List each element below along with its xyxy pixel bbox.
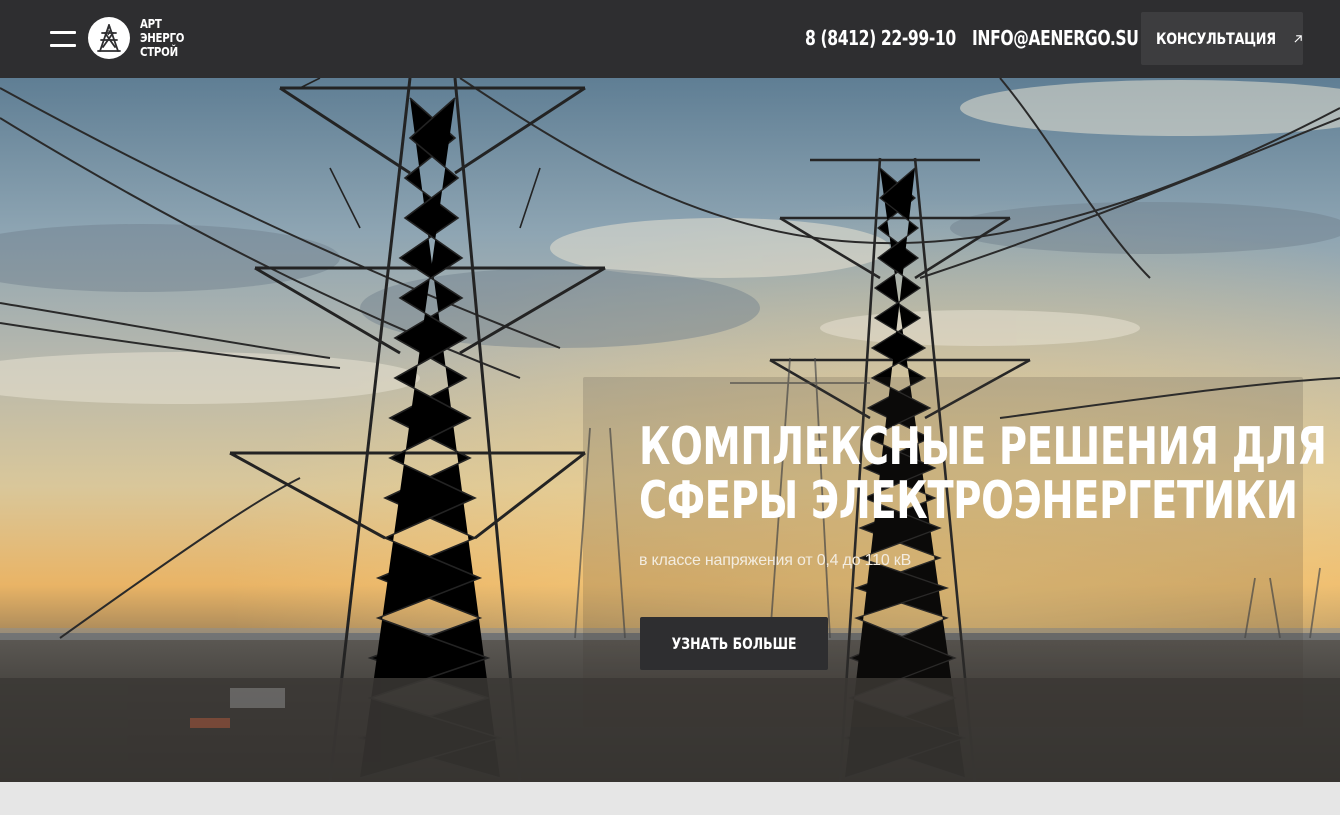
- power-tower-logo-icon: [88, 17, 130, 59]
- hero-title-line: СФЕРЫ ЭЛЕКТРОЭНЕРГЕТИКИ: [639, 471, 1298, 531]
- hero-title-line: КОМПЛЕКСНЫЕ РЕШЕНИЯ ДЛЯ: [639, 417, 1327, 477]
- consultation-button-label: КОНСУЛЬТАЦИЯ: [1155, 29, 1276, 48]
- hero-section: КОМПЛЕКСНЫЕ РЕШЕНИЯ ДЛЯ СФЕРЫ ЭЛЕКТРОЭНЕ…: [0, 78, 1340, 782]
- hero-subtitle: в классе напряжения от 0,4 до 110 кВ: [639, 552, 912, 569]
- learn-more-button[interactable]: УЗНАТЬ БОЛЬШЕ: [640, 617, 828, 670]
- next-section-edge: [0, 782, 1340, 815]
- learn-more-button-label: УЗНАТЬ БОЛЬШЕ: [671, 634, 797, 653]
- phone-link[interactable]: 8 (8412) 22-99-10: [805, 26, 956, 50]
- logo-text: АРТ ЭНЕРГО СТРОЙ: [140, 17, 192, 59]
- company-logo[interactable]: АРТ ЭНЕРГО СТРОЙ: [88, 17, 192, 59]
- consultation-button[interactable]: КОНСУЛЬТАЦИЯ: [1141, 12, 1303, 65]
- logo-line: ЭНЕРГО: [140, 31, 185, 45]
- logo-line: АРТ: [140, 17, 162, 31]
- hero-title: КОМПЛЕКСНЫЕ РЕШЕНИЯ ДЛЯ СФЕРЫ ЭЛЕКТРОЭНЕ…: [639, 417, 1327, 531]
- logo-line: СТРОЙ: [140, 45, 178, 59]
- email-link[interactable]: INFO@AENERGO.SU: [972, 26, 1139, 50]
- hamburger-menu-icon[interactable]: [50, 30, 76, 48]
- site-header: АРТ ЭНЕРГО СТРОЙ 8 (8412) 22-99-10 INFO@…: [0, 0, 1340, 78]
- arrow-up-right-icon: [1294, 34, 1302, 43]
